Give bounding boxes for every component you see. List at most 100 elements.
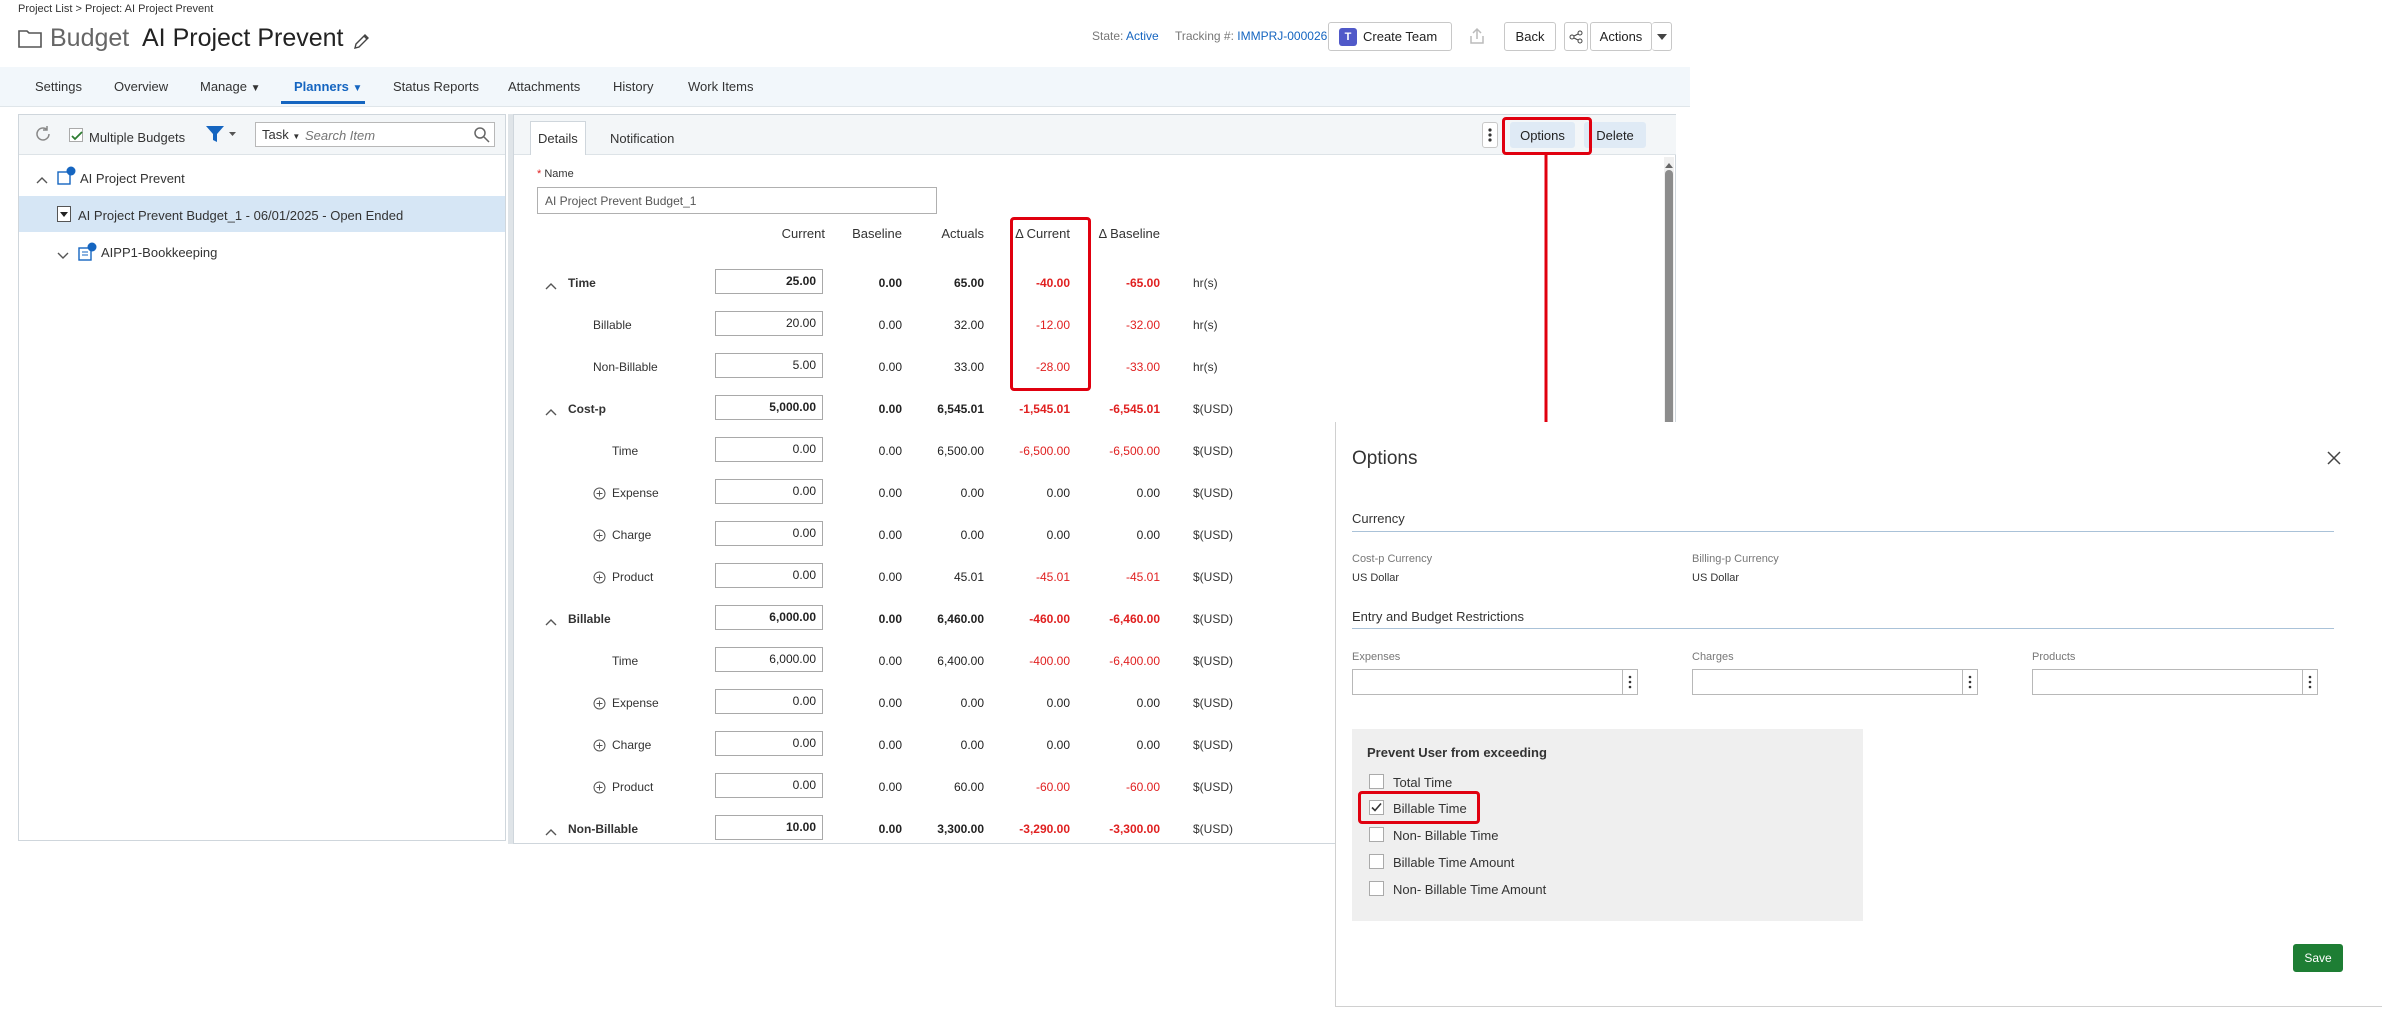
col-delta-baseline: Δ Baseline	[1098, 226, 1160, 241]
tree-item-project[interactable]: AI Project Prevent	[80, 171, 185, 186]
tree-item-task[interactable]: AIPP1-Bookkeeping	[101, 245, 217, 260]
unit-label: hr(s)	[1193, 360, 1218, 374]
products-select[interactable]	[2032, 669, 2308, 695]
row-label: Time	[612, 444, 639, 458]
actuals-value: 60.00	[953, 780, 984, 794]
tree-item-budget[interactable]: AI Project Prevent Budget_1 - 06/01/2025…	[78, 208, 403, 223]
close-icon[interactable]	[2326, 450, 2342, 466]
tab-manage[interactable]: Manage ▼	[200, 79, 261, 94]
collapse-icon[interactable]	[545, 824, 557, 836]
tab-history[interactable]: History	[613, 79, 653, 94]
products-menu-icon[interactable]	[2302, 669, 2318, 695]
tab-status-reports[interactable]: Status Reports	[393, 79, 479, 94]
collapse-icon[interactable]	[545, 278, 557, 290]
delta-current-value: -60.00	[1035, 780, 1070, 794]
current-input[interactable]: 6,000.00	[715, 605, 823, 630]
collapse-icon[interactable]	[36, 172, 48, 184]
more-options-icon[interactable]	[1482, 122, 1498, 148]
current-input[interactable]: 5,000.00	[715, 395, 823, 420]
save-button[interactable]: Save	[2293, 944, 2343, 972]
delta-baseline-value: 0.00	[1136, 528, 1160, 542]
actions-dropdown-icon[interactable]	[1652, 22, 1672, 51]
budget-menu-icon[interactable]	[57, 206, 71, 222]
share-icon[interactable]	[1564, 22, 1588, 51]
scroll-up-icon[interactable]	[1665, 157, 1673, 168]
expand-icon[interactable]	[57, 248, 69, 259]
tab-settings[interactable]: Settings	[35, 79, 82, 94]
current-input[interactable]: 0.00	[715, 689, 823, 714]
edit-pencil-icon[interactable]	[352, 31, 372, 51]
collapse-icon[interactable]	[545, 404, 557, 416]
expenses-select[interactable]	[1352, 669, 1628, 695]
plus-circle-icon[interactable]	[593, 781, 606, 794]
unit-label: $(USD)	[1193, 444, 1234, 458]
unit-label: $(USD)	[1193, 612, 1234, 626]
delta-baseline-value: 0.00	[1136, 696, 1160, 710]
unit-label: $(USD)	[1193, 570, 1234, 584]
actions-button[interactable]: Actions	[1590, 22, 1652, 51]
item-type-select[interactable]: Task ▼	[262, 127, 300, 142]
scrollbar-thumb[interactable]	[1665, 170, 1673, 442]
current-input[interactable]: 25.00	[715, 269, 823, 294]
current-input[interactable]: 0.00	[715, 731, 823, 756]
tab-work-items[interactable]: Work Items	[688, 79, 754, 94]
tab-planners[interactable]: Planners ▼	[294, 79, 362, 94]
delete-button[interactable]: Delete	[1584, 122, 1646, 148]
search-input[interactable]	[305, 125, 465, 145]
tab-overview[interactable]: Overview	[114, 79, 168, 94]
tab-notification[interactable]: Notification	[610, 131, 674, 146]
current-input[interactable]: 5.00	[715, 353, 823, 378]
charges-menu-icon[interactable]	[1962, 669, 1978, 695]
plus-circle-icon[interactable]	[593, 571, 606, 584]
teams-icon: T	[1339, 27, 1357, 46]
current-input[interactable]: 20.00	[715, 311, 823, 336]
delta-baseline-value: -6,460.00	[1109, 612, 1160, 626]
breadcrumb[interactable]: Project List > Project: AI Project Preve…	[18, 3, 213, 15]
expenses-label: Expenses	[1352, 651, 1401, 663]
plus-circle-icon[interactable]	[593, 529, 606, 542]
current-input[interactable]: 10.00	[715, 815, 823, 840]
prevent-checkbox[interactable]	[1369, 774, 1384, 789]
upload-icon[interactable]	[1468, 26, 1486, 46]
plus-circle-icon[interactable]	[593, 487, 606, 500]
expenses-menu-icon[interactable]	[1622, 669, 1638, 695]
baseline-value: 0.00	[878, 780, 902, 794]
filter-icon[interactable]	[205, 124, 237, 144]
current-input[interactable]: 0.00	[715, 773, 823, 798]
baseline-value: 0.00	[878, 696, 902, 710]
create-team-button[interactable]: T Create Team	[1328, 22, 1452, 51]
tab-attachments[interactable]: Attachments	[508, 79, 580, 94]
plus-circle-icon[interactable]	[593, 739, 606, 752]
billing-currency-label: Billing-p Currency	[1692, 553, 1779, 565]
unit-label: $(USD)	[1193, 738, 1234, 752]
create-team-label: Create Team	[1363, 29, 1438, 44]
delta-baseline-value: -6,500.00	[1109, 444, 1160, 458]
current-input[interactable]: 0.00	[715, 521, 823, 546]
budget-name-input[interactable]	[537, 187, 937, 214]
current-input[interactable]: 6,000.00	[715, 647, 823, 672]
search-icon[interactable]	[473, 126, 491, 144]
prevent-checkbox[interactable]	[1369, 827, 1384, 842]
actuals-value: 6,460.00	[937, 612, 984, 626]
current-input[interactable]: 0.00	[715, 437, 823, 462]
charges-select[interactable]	[1692, 669, 1968, 695]
plus-circle-icon[interactable]	[593, 697, 606, 710]
row-label: Time	[612, 654, 639, 668]
current-input[interactable]: 0.00	[715, 563, 823, 588]
actuals-value: 33.00	[953, 360, 984, 374]
delta-baseline-value: -45.01	[1125, 570, 1160, 584]
collapse-icon[interactable]	[545, 614, 557, 626]
actuals-value: 32.00	[953, 318, 984, 332]
back-button[interactable]: Back	[1504, 22, 1556, 51]
prevent-checkbox[interactable]	[1369, 854, 1384, 869]
state-value: Active	[1126, 29, 1159, 43]
row-label: Billable	[593, 318, 632, 332]
tracking-info: Tracking #: IMMPRJ-000026	[1175, 29, 1327, 43]
row-label: Time	[568, 276, 596, 290]
prevent-checkbox[interactable]	[1369, 881, 1384, 896]
current-input[interactable]: 0.00	[715, 479, 823, 504]
refresh-icon[interactable]	[34, 125, 52, 143]
multiple-budgets-checkbox[interactable]	[69, 128, 83, 142]
actuals-value: 3,300.00	[937, 822, 984, 836]
delta-baseline-value: -3,300.00	[1109, 822, 1160, 836]
